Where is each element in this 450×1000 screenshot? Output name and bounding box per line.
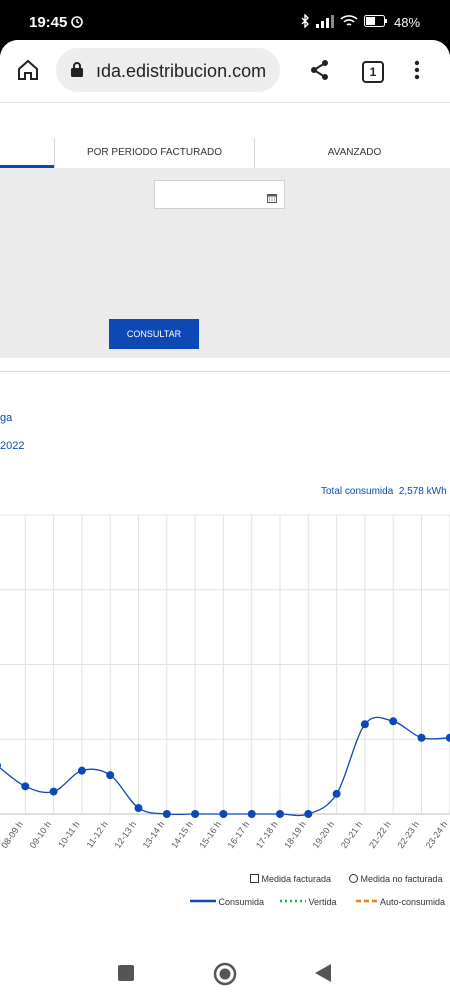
legend-autoconsumida-label: Auto-consumida — [380, 897, 446, 907]
page-header-bar — [0, 102, 450, 140]
data-point — [304, 810, 313, 818]
home-icon[interactable] — [16, 59, 40, 86]
total-consumida: Total consumida 2,578 kWh — [321, 486, 447, 497]
data-point — [191, 810, 200, 818]
filter-panel: CONSULTAR — [0, 168, 450, 358]
data-point — [219, 810, 228, 818]
menu-kebab-icon[interactable] — [414, 60, 420, 85]
data-point — [106, 771, 115, 780]
legend-autoconsumida[interactable]: Auto-consumida — [356, 897, 445, 907]
data-point — [389, 717, 398, 726]
hourly-consumption-chart: 07-08 h08-09 h09-10 h10-11 h11-12 h12-13… — [0, 514, 450, 850]
consumida-line-swatch — [190, 899, 216, 903]
data-point — [360, 720, 369, 729]
wifi-icon — [340, 14, 358, 31]
data-point — [276, 810, 284, 818]
x-tick-label: 12-13 h — [112, 819, 138, 850]
browser-toolbar: ıda.edistribucion.com 1 — [0, 40, 450, 102]
bluetooth-icon — [300, 13, 310, 31]
legend-vertida-label: Vertida — [308, 897, 337, 907]
vertida-line-swatch — [280, 899, 306, 903]
back-triangle-icon[interactable] — [315, 964, 331, 987]
browser-window: ıda.edistribucion.com 1 POR PERIODO FACT… — [0, 40, 450, 1000]
recents-square-icon[interactable] — [118, 965, 134, 986]
x-tick-label: 15-16 h — [197, 819, 223, 850]
data-point — [417, 733, 426, 742]
battery-percent: 48% — [393, 15, 420, 30]
share-icon[interactable] — [310, 59, 330, 86]
legend-consumida-label: Consumida — [218, 897, 265, 907]
address-bar[interactable]: ıda.edistribucion.com — [56, 48, 280, 92]
x-tick-label: 14-15 h — [169, 819, 195, 850]
x-tick-label: 22-23 h — [395, 819, 421, 850]
data-point — [332, 789, 341, 798]
legend-medida-facturada-label: Medida facturada — [261, 874, 332, 884]
tab-current[interactable] — [0, 138, 54, 168]
tab-periodo-facturado[interactable]: POR PERIODO FACTURADO — [54, 138, 254, 168]
x-tick-label: 08-09 h — [0, 819, 25, 850]
data-point — [162, 810, 171, 818]
date-field[interactable] — [154, 180, 285, 209]
x-tick-label: 18-19 h — [282, 819, 308, 850]
legend-medida-facturada[interactable]: Medida facturada — [250, 874, 331, 884]
x-tick-label: 19-20 h — [311, 819, 337, 850]
calendar-icon[interactable] — [267, 190, 277, 208]
x-tick-label: 16-17 h — [226, 819, 252, 850]
x-tick-label: 13-14 h — [141, 819, 167, 850]
url-text: ıda.edistribucion.com — [96, 61, 267, 81]
consumption-panel: ga 2022 Total consumida 2,578 kWh 07-08 … — [0, 372, 450, 948]
android-nav-bar — [0, 948, 450, 1000]
period-tabs: POR PERIODO FACTURADO AVANZADO — [0, 138, 450, 169]
status-icons: 48% — [300, 13, 420, 31]
status-bar: 19:45 48% — [0, 0, 450, 40]
lock-icon — [70, 61, 84, 83]
x-tick-label: 23-24 h — [424, 819, 450, 850]
data-point — [247, 810, 256, 818]
x-tick-label: 11-12 h — [85, 819, 110, 849]
x-tick-label: 21-22 h — [367, 819, 393, 850]
consultar-button[interactable]: CONSULTAR — [109, 319, 199, 349]
data-point — [77, 766, 86, 775]
data-point — [49, 787, 58, 796]
legend-medida-no-facturada[interactable]: Medida no facturada — [349, 874, 443, 884]
legend-medida-no-facturada-label: Medida no facturada — [360, 874, 443, 884]
data-point — [445, 733, 450, 742]
section-separator — [0, 358, 450, 372]
x-tick-label: 10-11 h — [56, 819, 81, 849]
text-fragment-2: 2022 — [0, 440, 25, 452]
x-tick-label: 09-10 h — [28, 819, 54, 850]
tab-switcher-button[interactable]: 1 — [362, 61, 384, 83]
alarm-icon — [70, 14, 84, 33]
circle-marker-icon — [349, 874, 358, 883]
status-time: 19:45 — [29, 14, 68, 31]
series-line-consumida — [0, 716, 450, 817]
legend-vertida[interactable]: Vertida — [280, 897, 337, 907]
x-tick-label: 17-18 h — [254, 819, 280, 850]
signal-icon — [315, 14, 334, 31]
total-label: Total consumida — [321, 486, 394, 497]
checkbox-square-icon — [250, 874, 259, 883]
total-value: 2,578 kWh — [398, 486, 447, 497]
x-tick-label: 20-21 h — [339, 819, 365, 850]
data-point — [21, 782, 30, 791]
home-circle-icon[interactable] — [213, 962, 237, 991]
tab-avanzado[interactable]: AVANZADO — [254, 138, 450, 168]
legend-consumida[interactable]: Consumida — [190, 897, 264, 907]
data-point — [134, 804, 143, 813]
autoconsumida-line-swatch — [356, 899, 378, 903]
text-fragment-1: ga — [0, 412, 13, 424]
battery-icon — [363, 15, 388, 30]
